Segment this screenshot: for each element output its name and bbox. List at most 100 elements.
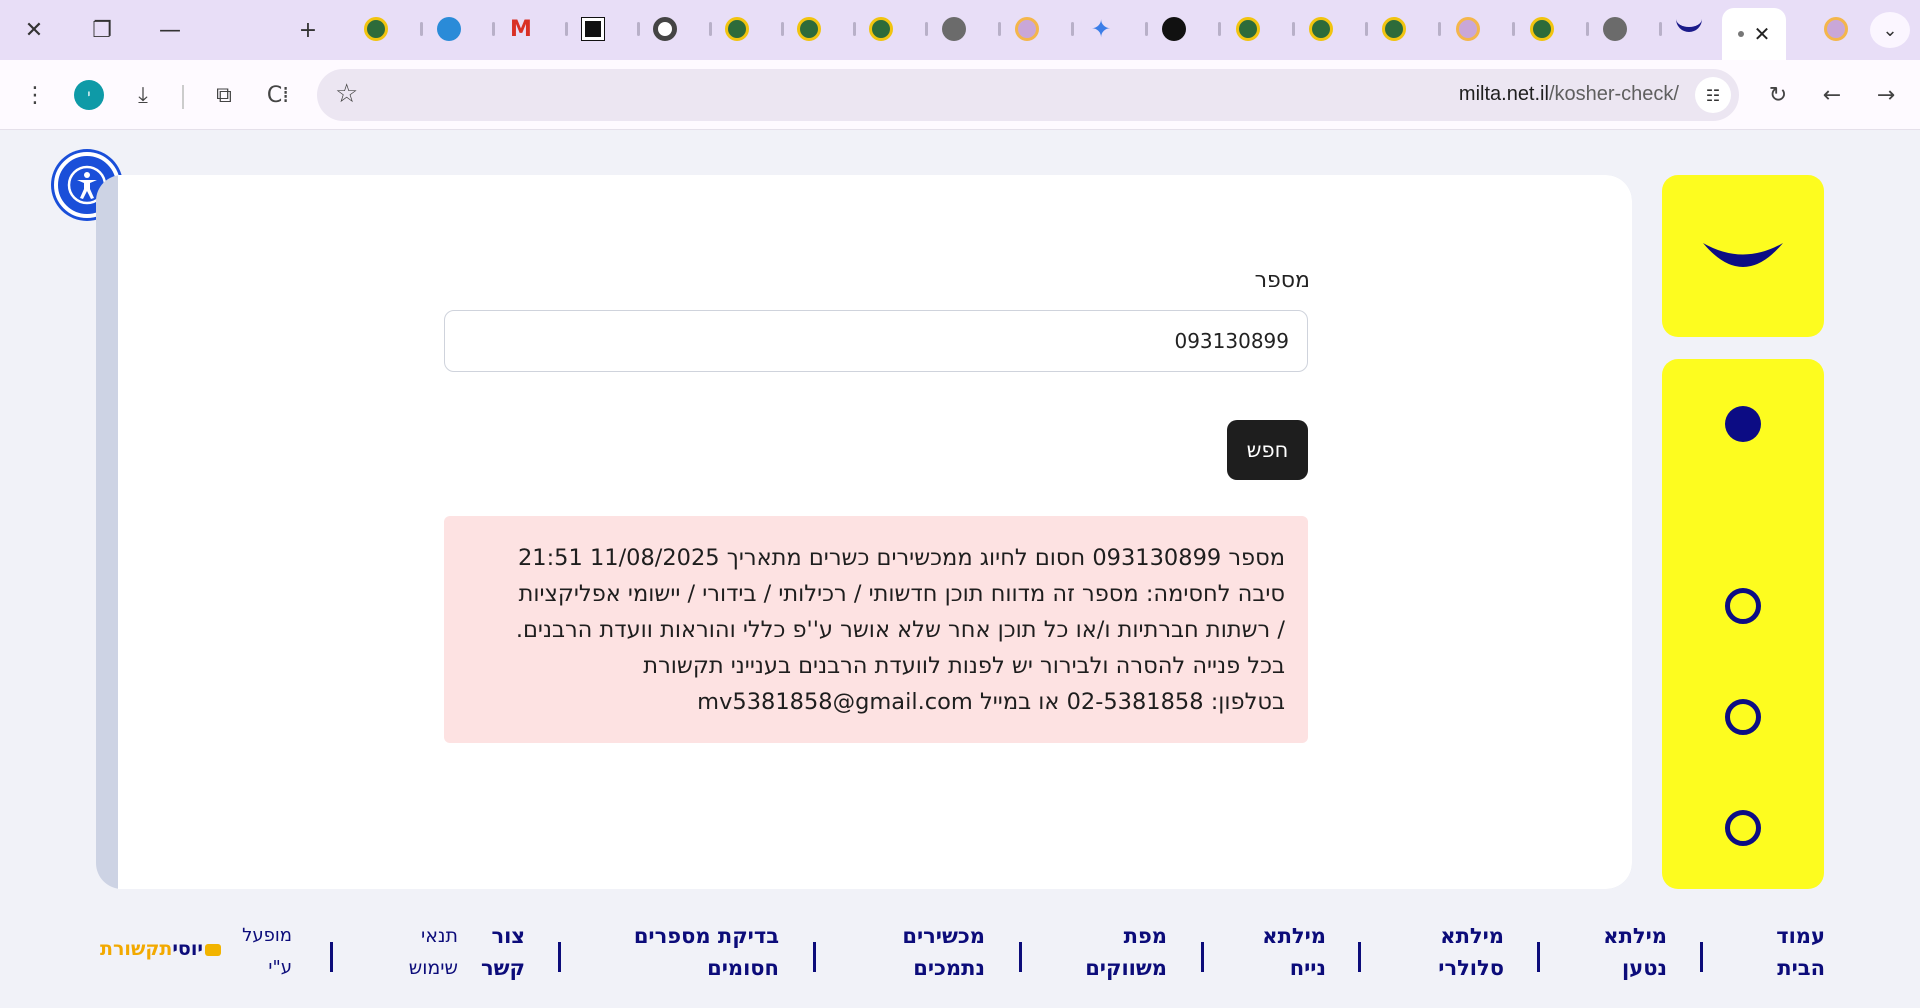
yossi-tikshoret-logo[interactable]: יוסיתקשורת xyxy=(100,938,221,960)
footer-link-supported-devices[interactable]: מכשירים נתמכים xyxy=(902,920,985,984)
footer-link-dealers-map[interactable]: מפת משווקים xyxy=(1085,920,1167,984)
restore-window-icon[interactable]: ❐ xyxy=(78,10,126,50)
footer-link-milta-charged[interactable]: מילתא נטען xyxy=(1603,920,1667,984)
download-icon[interactable]: ⤓ xyxy=(123,75,163,115)
footer-link-text: סלולרי xyxy=(1438,956,1504,980)
step-indicator[interactable] xyxy=(1725,810,1761,846)
footer-link-milta-landline[interactable]: מילתא נייח xyxy=(1262,920,1326,984)
footer-divider xyxy=(558,942,561,972)
tab-favicon[interactable] xyxy=(1306,14,1336,44)
menu-kebab-icon[interactable]: ⋮ xyxy=(15,75,55,115)
footer-divider xyxy=(813,942,816,972)
search-button[interactable]: חפש xyxy=(1227,420,1308,480)
extension-icon[interactable]: C⁞ xyxy=(258,75,298,115)
footer-link-blocked-numbers[interactable]: בדיקת מספרים חסומים xyxy=(634,920,779,984)
footer-link-text: נטען xyxy=(1622,956,1667,980)
footer-divider xyxy=(1201,942,1204,972)
tab-favicon[interactable] xyxy=(1527,14,1557,44)
tab-divider xyxy=(781,22,784,36)
tab-search-chevron-down-icon[interactable]: ⌄ xyxy=(1870,12,1910,48)
globe-icon[interactable] xyxy=(939,14,969,44)
step-indicator-active[interactable] xyxy=(1725,406,1761,442)
tab-favicon[interactable] xyxy=(1674,14,1704,44)
tab-favicon xyxy=(1737,31,1744,37)
milta-logo[interactable] xyxy=(1662,175,1824,337)
tab-divider xyxy=(1292,22,1295,36)
tab-favicon[interactable] xyxy=(722,14,752,44)
footer-link-home[interactable]: עמוד הבית xyxy=(1776,920,1825,984)
new-tab-icon[interactable]: + xyxy=(284,10,332,50)
step-indicator[interactable] xyxy=(1725,699,1761,735)
footer-link-milta-cellular[interactable]: מילתא סלולרי xyxy=(1438,920,1504,984)
tab-divider xyxy=(709,22,712,36)
tab-divider xyxy=(1145,22,1148,36)
tab-favicon[interactable] xyxy=(578,14,608,44)
tab-divider xyxy=(565,22,568,36)
blocked-number-alert: מספר 093130899 חסום לחיוג ממכשירים כשרים… xyxy=(444,516,1308,743)
steps-sidebar xyxy=(1662,359,1824,889)
number-input[interactable] xyxy=(444,310,1308,372)
footer-link-text: מילתא xyxy=(1262,924,1326,948)
footer-link-text: תנאי xyxy=(420,925,458,947)
tab-favicon[interactable] xyxy=(866,14,896,44)
gmail-icon[interactable]: M xyxy=(506,14,536,44)
address-bar[interactable]: ☆ milta.net.il/kosher-check/ ☷ xyxy=(317,69,1739,121)
step-indicator[interactable] xyxy=(1725,588,1761,624)
tab-favicon[interactable] xyxy=(434,14,464,44)
tab-divider xyxy=(1365,22,1368,36)
alert-line: בטלפון: 02-5381858 או במייל mv5381858@gm… xyxy=(697,689,1285,715)
profile-avatar[interactable]: י xyxy=(69,75,109,115)
tab-favicon[interactable] xyxy=(1379,14,1409,44)
chat-bubble-icon xyxy=(204,943,221,956)
active-tab[interactable]: ✕ xyxy=(1722,8,1786,60)
tab-divider xyxy=(1438,22,1441,36)
number-label: מספר xyxy=(1254,268,1310,293)
site-settings-icon[interactable]: ☷ xyxy=(1695,77,1731,113)
tab-favicon[interactable] xyxy=(794,14,824,44)
footer-link-text: חסומים xyxy=(707,956,779,980)
globe-icon[interactable] xyxy=(1600,14,1630,44)
footer-link-text: עמוד xyxy=(1776,924,1825,948)
footer-link-text: מילתא xyxy=(1603,924,1667,948)
tab-favicon[interactable] xyxy=(1159,14,1189,44)
tab-favicon[interactable] xyxy=(1233,14,1263,44)
bookmark-star-icon[interactable]: ☆ xyxy=(335,79,358,109)
brand-name-part: תקשורת xyxy=(100,938,173,960)
footer-link-text: צור xyxy=(491,924,525,948)
brand-name-part: יוסי xyxy=(172,938,203,960)
url-path: /kosher-check/ xyxy=(1548,83,1679,105)
smile-logo-icon xyxy=(1703,243,1783,267)
operated-by-text: מופעל xyxy=(242,925,292,946)
tab-favicon[interactable] xyxy=(1821,14,1851,44)
alert-line: מספר 093130899 חסום לחיוג ממכשירים כשרים… xyxy=(517,545,1285,571)
tab-divider xyxy=(1512,22,1515,36)
close-window-icon[interactable]: ✕ xyxy=(10,10,58,50)
close-tab-icon[interactable]: ✕ xyxy=(1754,22,1771,46)
minimize-window-icon[interactable]: — xyxy=(146,10,194,50)
back-icon[interactable]: ← xyxy=(1812,75,1852,115)
tab-favicon[interactable] xyxy=(1453,14,1483,44)
extensions-icon[interactable]: ⧉ xyxy=(204,75,244,115)
footer-link-terms[interactable]: תנאי שימוש xyxy=(409,920,458,984)
footer-link-text: הבית xyxy=(1777,956,1825,980)
tab-favicon[interactable] xyxy=(650,14,680,44)
url-text[interactable]: milta.net.il/kosher-check/ xyxy=(1459,83,1679,106)
tab-favicon[interactable] xyxy=(361,14,391,44)
tab-divider xyxy=(637,22,640,36)
toolbar-divider xyxy=(182,85,184,109)
page-content: מספר חפש מספר 093130899 חסום לחיוג ממכשי… xyxy=(0,130,1920,1008)
tab-strip: ✕ ❐ — + M ✦ ✕ ⌄ xyxy=(0,0,1920,60)
alert-line: בכל פנייה להסרה ולבירור יש לפנות לוועדת … xyxy=(643,653,1285,679)
footer-divider xyxy=(1537,942,1540,972)
footer-link-text: נתמכים xyxy=(913,956,985,980)
reload-icon[interactable]: ↻ xyxy=(1758,75,1798,115)
alert-line: סיבה לחסימה: מספר זה מדווח תוכן חדשותי /… xyxy=(518,581,1285,607)
tab-favicon[interactable] xyxy=(1012,14,1042,44)
footer-link-contact[interactable]: צור קשר xyxy=(481,920,525,984)
tab-divider xyxy=(925,22,928,36)
footer-link-text: נייח xyxy=(1289,956,1326,980)
footer-link-text: בדיקת מספרים xyxy=(633,924,779,948)
footer-divider xyxy=(1019,942,1022,972)
gemini-icon[interactable]: ✦ xyxy=(1086,14,1116,44)
forward-icon[interactable]: → xyxy=(1866,75,1906,115)
